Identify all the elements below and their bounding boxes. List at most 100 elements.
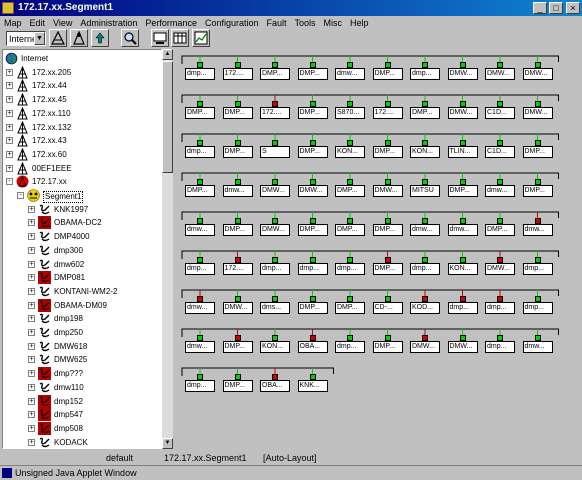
expand-toggle-icon[interactable]: + (28, 260, 35, 268)
map-node[interactable]: DMP... (372, 68, 403, 80)
table-view-button[interactable] (171, 29, 189, 47)
map-node[interactable]: TLIN... (447, 146, 478, 158)
map-node[interactable]: DMP... (522, 146, 553, 158)
map-node[interactable]: dmp... (335, 263, 365, 275)
map-node[interactable]: dmp... (297, 263, 328, 275)
map-node[interactable]: dmp... (185, 380, 215, 392)
map-node[interactable]: DMP... (485, 224, 515, 236)
expand-toggle-icon[interactable]: + (6, 150, 13, 158)
map-node[interactable]: DMW... (260, 224, 290, 236)
map-node[interactable]: OBA... (260, 380, 290, 392)
map-node[interactable]: dmp... (335, 341, 365, 353)
map-node[interactable]: C1D... (485, 107, 515, 119)
menu-view[interactable]: View (49, 16, 76, 29)
tree-panel[interactable]: Internet +172.xx.205 +172.xx.44 +172.xx.45 +… (2, 49, 162, 449)
tree-scrollbar[interactable]: ▲ ▼ (162, 49, 173, 449)
expand-toggle-icon[interactable]: + (6, 82, 13, 90)
map-node[interactable]: KOD... (410, 302, 440, 314)
map-node[interactable]: DMP... (335, 185, 365, 197)
map-node[interactable]: DMW... (260, 185, 290, 197)
menu-edit[interactable]: Edit (26, 16, 50, 29)
expand-toggle-icon[interactable]: + (28, 383, 35, 391)
map-node[interactable]: KON... (260, 341, 290, 353)
find-button[interactable] (121, 29, 139, 47)
map-node[interactable]: dmp... (185, 68, 215, 80)
map-node[interactable]: dmw... (185, 302, 215, 314)
scroll-down-button[interactable]: ▼ (162, 438, 173, 449)
map-node[interactable]: DMP... (372, 341, 403, 353)
map-node[interactable]: DMP... (185, 185, 215, 197)
map-node[interactable]: dmw... (222, 185, 253, 197)
map-node[interactable]: KON... (410, 146, 440, 158)
map-node[interactable]: dmp... (410, 263, 440, 275)
map-node[interactable]: S (260, 146, 290, 158)
map-node[interactable]: MITSU (410, 185, 440, 197)
map-select[interactable]: Internet ▼ (6, 31, 46, 46)
map-node[interactable]: DMP... (335, 224, 365, 236)
expand-toggle-icon[interactable]: + (28, 205, 35, 213)
map-node[interactable]: DMP... (372, 263, 403, 275)
expand-toggle-icon[interactable]: + (28, 329, 35, 336)
map-node[interactable]: dmp... (485, 302, 515, 314)
map-node[interactable]: dmw... (522, 224, 553, 236)
map-node[interactable]: CD-... (372, 302, 403, 314)
expand-toggle-icon[interactable]: + (28, 301, 35, 309)
map-node[interactable]: DMP... (222, 224, 253, 236)
expand-toggle-icon[interactable]: + (6, 137, 13, 145)
chevron-down-icon[interactable]: ▼ (34, 32, 45, 45)
performance-button[interactable] (192, 29, 210, 47)
title-bar[interactable]: 172.17.xx.Segment1 _ □ × (0, 0, 582, 16)
up-level-button[interactable] (91, 29, 109, 47)
map-node[interactable]: 172.... (372, 107, 403, 119)
menu-misc[interactable]: Misc (320, 16, 347, 29)
map-node[interactable]: DMP... (222, 380, 253, 392)
expand-toggle-icon[interactable]: + (6, 68, 13, 76)
map-node[interactable]: DMP... (335, 302, 365, 314)
map-node[interactable]: DMW... (522, 68, 553, 80)
map-node[interactable]: DMW... (372, 185, 403, 197)
map-node[interactable]: dmw... (185, 224, 215, 236)
scroll-thumb[interactable] (162, 61, 173, 173)
expand-toggle-icon[interactable]: + (6, 164, 13, 172)
map-node[interactable]: dmw... (335, 68, 365, 80)
map-node[interactable]: 172.... (222, 68, 253, 80)
map-node[interactable]: KON... (447, 263, 478, 275)
expand-toggle-icon[interactable]: + (28, 356, 35, 364)
map-node[interactable]: KON... (335, 146, 365, 158)
menu-map[interactable]: Map (0, 16, 26, 29)
map-node[interactable]: S870... (335, 107, 365, 119)
expand-toggle-icon[interactable]: + (28, 219, 35, 227)
expand-toggle-icon[interactable]: + (28, 411, 35, 419)
collapse-toggle-icon[interactable]: - (17, 192, 24, 199)
expand-toggle-icon[interactable]: + (28, 246, 35, 254)
menu-fault[interactable]: Fault (263, 16, 291, 29)
expand-toggle-icon[interactable]: + (28, 438, 35, 446)
map-node[interactable]: dms... (260, 302, 290, 314)
map-node[interactable]: DMW... (297, 185, 328, 197)
expand-toggle-icon[interactable]: + (6, 96, 13, 104)
expand-toggle-icon[interactable]: + (28, 287, 35, 295)
menu-configuration[interactable]: Configuration (201, 16, 263, 29)
expand-toggle-icon[interactable]: + (6, 109, 13, 117)
scroll-up-button[interactable]: ▲ (162, 49, 173, 60)
close-button[interactable]: × (566, 2, 580, 14)
topology-button[interactable] (70, 29, 88, 47)
map-node[interactable]: dmp... (447, 302, 478, 314)
map-node[interactable]: dmp... (522, 263, 553, 275)
map-node[interactable]: DMP... (222, 341, 253, 353)
map-node[interactable]: DMW... (447, 341, 478, 353)
collapse-toggle-icon[interactable]: - (6, 178, 13, 186)
map-node[interactable]: DMW... (410, 341, 440, 353)
map-node[interactable]: DMP... (297, 68, 328, 80)
map-node[interactable]: OBA... (297, 341, 328, 353)
map-node[interactable]: DMP... (297, 224, 328, 236)
map-node[interactable]: DMP... (185, 107, 215, 119)
map-node[interactable]: DMP... (222, 146, 253, 158)
map-node[interactable]: dmw... (522, 341, 553, 353)
expand-toggle-icon[interactable]: + (28, 274, 35, 282)
map-node[interactable]: DMP... (297, 146, 328, 158)
expand-toggle-icon[interactable]: + (28, 233, 35, 241)
map-node[interactable]: dmw... (185, 341, 215, 353)
map-node[interactable]: KNK... (297, 380, 328, 392)
map-node[interactable]: DMP... (447, 185, 478, 197)
